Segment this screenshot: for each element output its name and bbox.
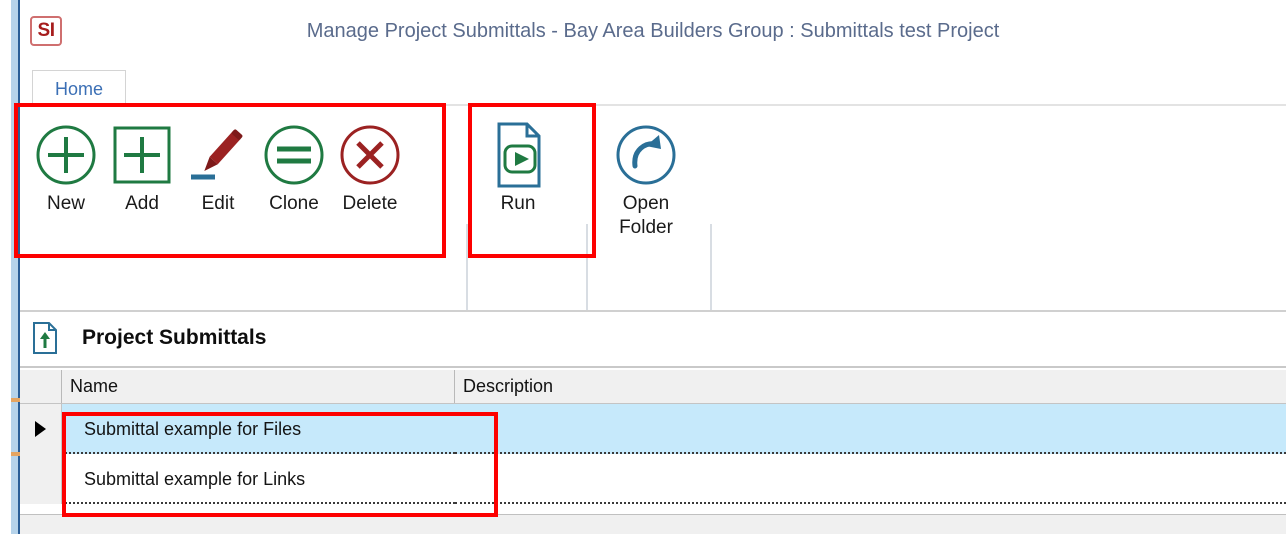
- run-button-label: Run: [500, 193, 536, 214]
- tab-strip: Home: [20, 62, 1286, 108]
- grid-header-name[interactable]: Name: [62, 370, 455, 403]
- row-name-cell[interactable]: Submittal example for Links: [62, 454, 455, 504]
- row-description-cell[interactable]: [455, 404, 1286, 454]
- tab-home[interactable]: Home: [32, 70, 126, 108]
- grid-header-indicator: [20, 370, 62, 403]
- row-name-cell[interactable]: Submittal example for Files: [62, 404, 455, 454]
- new-button[interactable]: New: [28, 118, 104, 216]
- add-button[interactable]: Add: [104, 118, 180, 216]
- edit-button-label: Edit: [201, 193, 235, 214]
- left-scroll-marker-2: [11, 452, 20, 456]
- page-title: Project Submittals: [82, 326, 267, 349]
- clone-button[interactable]: Clone: [256, 118, 332, 216]
- circle-plus-icon: [28, 118, 104, 192]
- grid-header-row: Name Description: [20, 370, 1286, 404]
- row-description-cell[interactable]: [455, 454, 1286, 504]
- edit-button[interactable]: Edit: [180, 118, 256, 216]
- title-bar: SI Manage Project Submittals - Bay Area …: [20, 0, 1286, 62]
- pen-icon: [180, 118, 256, 192]
- square-plus-icon: [104, 118, 180, 192]
- left-scroll-marker-1: [11, 398, 20, 402]
- table-row[interactable]: Submittal example for Files: [20, 404, 1286, 454]
- document-play-icon: [480, 118, 556, 192]
- open-folder-button-label-line1: Open: [622, 193, 670, 214]
- add-button-label: Add: [125, 193, 159, 214]
- grid-header-description[interactable]: Description: [455, 370, 1286, 403]
- row-indicator-cell: [20, 454, 62, 504]
- submittals-grid: Name Description Submittal example for F…: [20, 368, 1286, 534]
- window-title: Manage Project Submittals - Bay Area Bui…: [306, 20, 1000, 42]
- open-folder-button-label-line2: Folder: [619, 217, 673, 238]
- circle-x-icon: [332, 118, 408, 192]
- delete-button[interactable]: Delete: [332, 118, 408, 216]
- table-row[interactable]: Submittal example for Links: [20, 454, 1286, 504]
- document-up-arrow-icon: [32, 322, 58, 354]
- clone-button-label: Clone: [269, 193, 319, 214]
- delete-button-label: Delete: [342, 193, 398, 214]
- circle-equals-icon: [256, 118, 332, 192]
- redo-arrow-circle-icon: [600, 118, 692, 192]
- run-button[interactable]: Run: [480, 118, 556, 216]
- open-folder-button[interactable]: Open Folder: [600, 118, 692, 240]
- grid-footer: [20, 514, 1286, 534]
- ribbon: New Add Edit Clone Delete Run Open Folde…: [20, 106, 1286, 404]
- row-indicator-cell: [20, 404, 62, 454]
- new-button-label: New: [46, 193, 85, 214]
- section-header: Project Submittals: [20, 312, 1286, 366]
- row-indicator-triangle-icon: [35, 421, 46, 437]
